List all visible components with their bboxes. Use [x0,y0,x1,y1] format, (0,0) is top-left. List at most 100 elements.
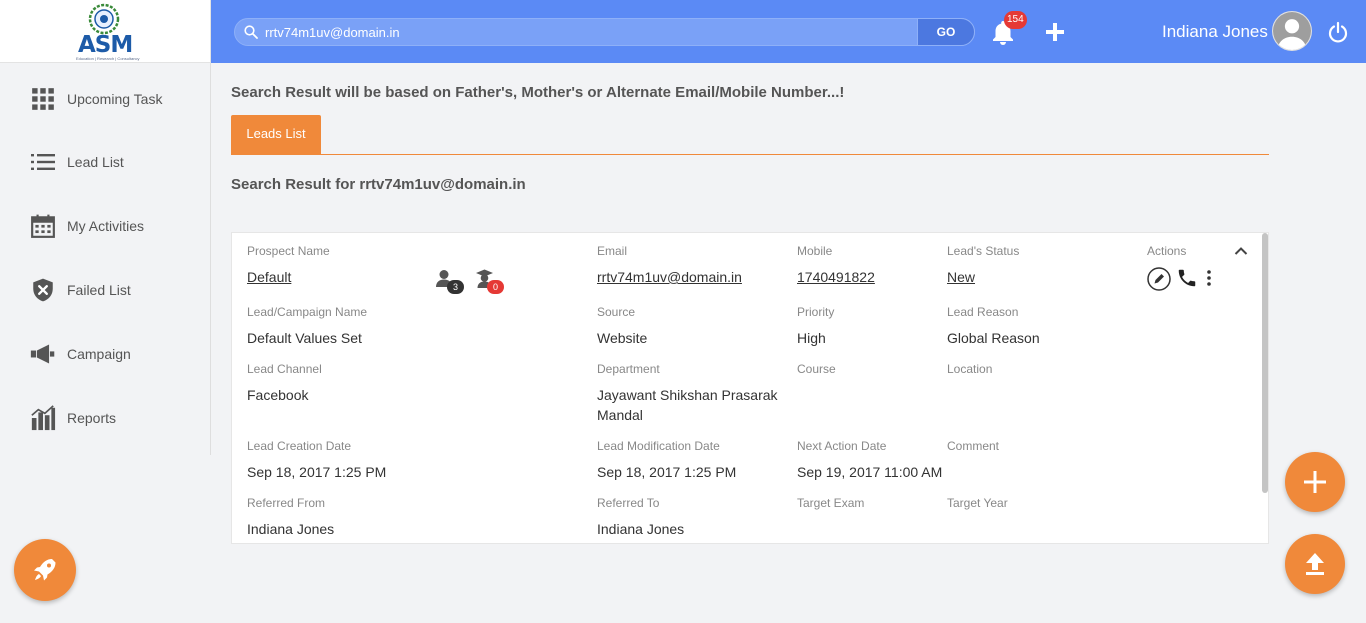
mobile-link[interactable]: 1740491822 [797,267,875,287]
field-value: Sep 18, 2017 1:25 PM [597,464,737,480]
calendar-icon [31,214,55,238]
prospect-name-field: Prospect Name Default [247,244,330,287]
logo-tagline: Education | Research | Consultancy [76,56,140,61]
source-field: Source Website [597,305,647,348]
prospect-name-link[interactable]: Default [247,267,330,287]
student-count-badge: 0 [487,280,504,294]
email-field: Email rrtv74m1uv@domain.in [597,244,742,287]
actions-field: Actions [1147,244,1186,258]
logo-emblem-icon [88,3,120,35]
plus-icon [1304,471,1326,493]
priority-field: Priority High [797,305,834,348]
field-value: Facebook [247,387,309,403]
next-action-date-field: Next Action Date Sep 19, 2017 11:00 AM [797,439,942,482]
tab-leads-list[interactable]: Leads List [231,115,321,155]
grid-icon [32,88,54,110]
field-label: Email [597,244,628,258]
search-notice: Search Result will be based on Father's,… [231,84,845,101]
go-button[interactable]: GO [917,18,975,46]
top-bar: GO 154 Indiana Jones [211,0,1366,63]
phone-icon[interactable] [1176,267,1198,289]
creation-date-field: Lead Creation Date Sep 18, 2017 1:25 PM [247,439,386,482]
department-field: Department Jayawant Shikshan Prasarak Ma… [597,362,787,425]
course-field: Course [797,362,836,385]
field-label: Target Year [947,496,1008,510]
field-label: Prospect Name [247,244,330,258]
field-label: Lead Modification Date [597,439,720,453]
field-label: Target Exam [797,496,865,510]
megaphone-icon [30,344,55,364]
sidebar-item-label: Lead List [67,154,124,170]
rocket-fab[interactable] [14,539,76,601]
sidebar-item-failed-list[interactable]: Failed List [0,270,210,310]
field-label: Source [597,305,636,319]
collapse-chevron-icon[interactable] [1234,246,1248,256]
power-icon[interactable] [1327,21,1349,43]
field-label: Course [797,362,836,376]
referred-from-field: Referred From Indiana Jones [247,496,334,539]
status-field: Lead's Status New [947,244,1019,287]
field-label: Actions [1147,244,1187,258]
sidebar-item-campaign[interactable]: Campaign [0,334,210,374]
field-label: Lead/Campaign Name [247,305,368,319]
add-fab[interactable] [1285,452,1345,512]
field-value: Global Reason [947,330,1040,346]
sidebar-item-upcoming-task[interactable]: Upcoming Task [0,79,210,119]
field-value: Sep 19, 2017 11:00 AM [797,464,943,480]
search-input[interactable] [265,19,915,45]
logo[interactable]: ASM Education | Research | Consultancy [0,0,211,63]
sidebar-item-my-activities[interactable]: My Activities [0,206,210,246]
status-link[interactable]: New [947,267,1019,287]
more-options-icon[interactable] [1202,267,1216,289]
field-label: Next Action Date [797,439,887,453]
campaign-field: Lead/Campaign Name Default Values Set [247,305,367,348]
field-label: Mobile [797,244,833,258]
comment-field: Comment [947,439,999,462]
field-label: Lead Channel [247,362,322,376]
bar-chart-icon [31,405,56,431]
email-link[interactable]: rrtv74m1uv@domain.in [597,267,742,287]
card-scrollbar[interactable] [1262,233,1268,493]
notification-badge: 154 [1004,11,1027,29]
field-value: Indiana Jones [597,521,685,537]
target-year-field: Target Year [947,496,1008,519]
tab-bar: Leads List [231,115,1269,155]
field-label: Lead's Status [947,244,1020,258]
user-name[interactable]: Indiana Jones [1162,22,1268,42]
mobile-field: Mobile 1740491822 [797,244,875,287]
field-label: Referred From [247,496,326,510]
field-value: Indiana Jones [247,521,335,537]
field-value: Website [597,330,648,346]
search-box: GO [234,18,975,46]
field-label: Department [597,362,660,376]
sidebar: Upcoming Task Lead List My Activities Fa… [0,63,211,455]
upload-fab[interactable] [1285,534,1345,594]
modification-date-field: Lead Modification Date Sep 18, 2017 1:25… [597,439,736,482]
sidebar-item-label: Failed List [67,282,131,298]
search-icon [244,25,258,39]
lead-reason-field: Lead Reason Global Reason [947,305,1040,348]
sidebar-item-label: Upcoming Task [67,91,163,107]
lead-card: Prospect Name Default 3 0 Email rrtv74m1… [231,232,1269,544]
sidebar-item-reports[interactable]: Reports [0,398,210,438]
target-exam-field: Target Exam [797,496,864,519]
user-avatar-icon [1273,12,1311,50]
field-value: Default Values Set [247,330,362,346]
result-title: Search Result for rrtv74m1uv@domain.in [231,176,526,193]
add-icon[interactable] [1043,20,1067,44]
referred-to-field: Referred To Indiana Jones [597,496,684,539]
field-label: Referred To [597,496,660,510]
enquiry-count-badge: 3 [447,280,464,294]
edit-icon[interactable] [1147,267,1171,291]
avatar[interactable] [1272,11,1312,51]
field-value: Jayawant Shikshan Prasarak Mandal [597,387,778,423]
field-label: Priority [797,305,835,319]
logo-text: ASM [78,32,133,58]
field-value: High [797,330,826,346]
sidebar-item-label: My Activities [67,218,145,234]
sidebar-item-lead-list[interactable]: Lead List [0,142,210,182]
field-label: Comment [947,439,1000,453]
shield-x-icon [33,278,53,302]
rocket-icon [34,559,56,581]
field-label: Lead Reason [947,305,1019,319]
